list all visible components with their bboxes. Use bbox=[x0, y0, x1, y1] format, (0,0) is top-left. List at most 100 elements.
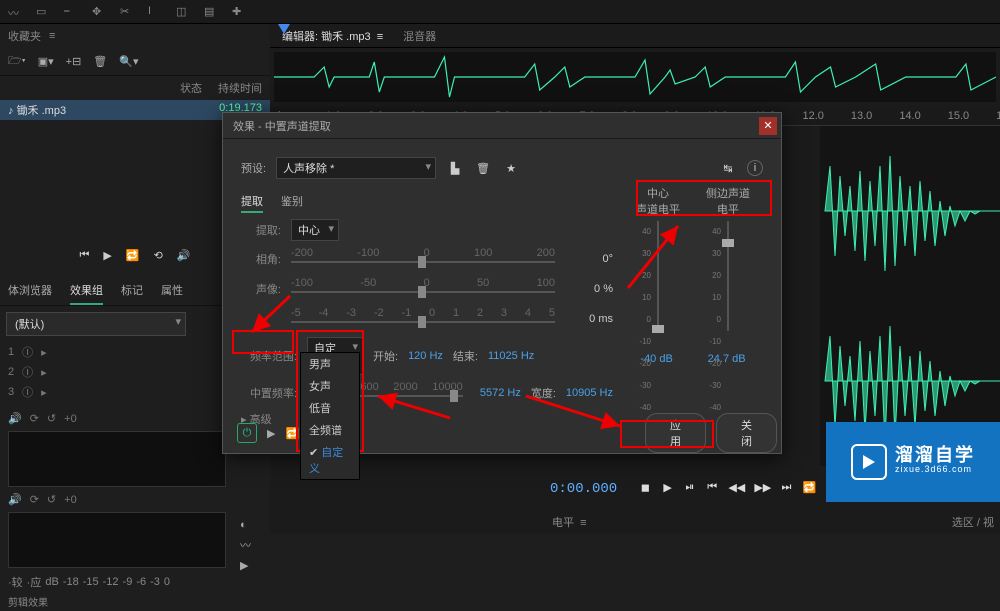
open-icon[interactable]: 🗁▾ bbox=[8, 52, 26, 71]
fx-icon-wet[interactable]: ◐ bbox=[240, 519, 270, 531]
rew-icon[interactable]: ◀◀ bbox=[728, 481, 744, 497]
mini-meter-1 bbox=[8, 431, 226, 487]
selection-label: 选区 / 视 bbox=[952, 514, 994, 530]
tab-editor[interactable]: 编辑器: 锄禾 .mp3 ≡ bbox=[282, 28, 383, 44]
prev-icon[interactable]: ⏮ bbox=[706, 481, 718, 497]
play-main-icon[interactable]: ▶ bbox=[661, 481, 673, 497]
tab-extract[interactable]: 提取 bbox=[241, 193, 263, 213]
file-name: 锄禾 .mp3 bbox=[17, 105, 67, 117]
tab-browser[interactable]: 体浏览器 bbox=[8, 282, 52, 305]
preset-select[interactable]: (默认) bbox=[6, 312, 186, 336]
width-value[interactable]: 10905 Hz bbox=[566, 387, 613, 399]
annotation-box-apply bbox=[620, 420, 714, 448]
import-icon[interactable]: +⊟ bbox=[66, 55, 82, 68]
play-icon[interactable]: ▶ bbox=[103, 249, 111, 262]
favorite-icon[interactable]: ★ bbox=[502, 162, 520, 175]
stop-icon[interactable]: ◼ bbox=[639, 481, 651, 497]
option-bass[interactable]: 低音 bbox=[301, 397, 359, 419]
col-status: 状态 bbox=[162, 80, 202, 96]
pan-value: 0 % bbox=[565, 283, 613, 295]
fx-toggle-3[interactable]: Ⓘ bbox=[22, 384, 33, 400]
start-value[interactable]: 120 Hz bbox=[408, 350, 443, 362]
mini-meter-2 bbox=[8, 512, 226, 568]
width-label: 宽度: bbox=[531, 385, 556, 401]
fx-toggle-2[interactable]: Ⓘ bbox=[22, 364, 33, 380]
tab-fx[interactable]: 效果组 bbox=[70, 282, 103, 305]
waveform-icon[interactable]: 〰 bbox=[8, 5, 22, 19]
start-label: 开始: bbox=[373, 348, 398, 364]
val-0-2: +0 bbox=[64, 494, 77, 506]
angle-value: 0° bbox=[565, 253, 613, 265]
time-display: 0:00.000 bbox=[550, 481, 619, 497]
main-waveform[interactable] bbox=[820, 126, 1000, 466]
panel-menu-icon[interactable]: ≡ bbox=[49, 30, 55, 42]
val-0-1: +0 bbox=[64, 413, 77, 425]
extract-select[interactable]: 中心 bbox=[291, 219, 339, 241]
route-icon[interactable]: ↹ bbox=[719, 162, 737, 175]
meter-scale: ·较·应dB-18-15-12-9-6-30 bbox=[0, 572, 270, 592]
option-male[interactable]: 男声 bbox=[301, 353, 359, 375]
move-icon[interactable]: ✥ bbox=[92, 5, 106, 19]
dialog-titlebar[interactable]: 效果 - 中置声道提取 ✕ bbox=[223, 113, 781, 139]
ffw-icon[interactable]: ▶▶ bbox=[754, 481, 770, 497]
preset-select-dialog[interactable]: 人声移除 * bbox=[276, 157, 436, 179]
preview-play-icon[interactable]: ▶ bbox=[267, 427, 275, 440]
angle-label: 相角: bbox=[241, 251, 281, 267]
record-icon[interactable]: ▣▾ bbox=[38, 55, 54, 68]
trash-icon[interactable]: 🗑 bbox=[93, 55, 107, 68]
timeline-icon[interactable]: ⎯ bbox=[64, 5, 78, 19]
end-label: 结束: bbox=[453, 348, 478, 364]
close-button[interactable]: 关闭 bbox=[716, 413, 777, 453]
tab-marker[interactable]: 标记 bbox=[121, 282, 143, 305]
tab-mixer[interactable]: 混音器 bbox=[403, 28, 436, 44]
range-dropdown[interactable]: 男声 女声 低音 全频谱 自定义 bbox=[300, 352, 360, 480]
annotation-box-range-label bbox=[232, 330, 294, 354]
next-icon[interactable]: ⏭ bbox=[780, 481, 792, 497]
cut-icon[interactable]: ✂ bbox=[120, 5, 134, 19]
watermark-logo-icon bbox=[851, 444, 887, 480]
healing-icon[interactable]: ✚ bbox=[232, 5, 246, 19]
save-preset-icon[interactable]: ▙ bbox=[446, 162, 464, 175]
skip-back-icon[interactable]: ⏮ bbox=[80, 249, 90, 262]
close-icon[interactable]: ✕ bbox=[759, 117, 777, 135]
delay-slider[interactable]: -5-4-3-2-1012345 bbox=[291, 307, 555, 331]
watermark: 溜溜自学 zixue.3d66.com bbox=[826, 422, 1000, 502]
center-label: 中置频率: bbox=[241, 385, 297, 401]
dialog-title: 效果 - 中置声道提取 bbox=[233, 118, 331, 134]
angle-slider[interactable]: -200-1000100200 bbox=[291, 247, 555, 271]
delete-preset-icon[interactable]: 🗑 bbox=[474, 162, 492, 175]
pan-slider[interactable]: -100-50050100 bbox=[291, 277, 555, 301]
pause-icon[interactable]: ⏯ bbox=[684, 481, 696, 497]
main-tabs: 编辑器: 锄禾 .mp3 ≡ 混音器 bbox=[270, 24, 1000, 48]
file-columns: 状态 持续时间 bbox=[0, 76, 270, 100]
brush-icon[interactable]: ▤ bbox=[204, 5, 218, 19]
option-custom[interactable]: 自定义 bbox=[301, 441, 359, 479]
cursor-icon[interactable]: I bbox=[148, 5, 162, 19]
side-level-slider[interactable]: 403020100-10-20-30-40 bbox=[703, 221, 753, 351]
auto-play-icon[interactable]: ⟲ bbox=[154, 249, 163, 262]
fx-toggle-1[interactable]: Ⓘ bbox=[22, 344, 33, 360]
favorites-header: 收藏夹 ≡ bbox=[0, 24, 270, 48]
end-value[interactable]: 11025 Hz bbox=[488, 350, 534, 362]
search-icon[interactable]: 🔍▾ bbox=[119, 55, 138, 68]
play-icon-small[interactable]: ▶ bbox=[240, 559, 270, 572]
info-icon[interactable]: i bbox=[747, 160, 763, 176]
overview-waveform[interactable] bbox=[274, 52, 996, 102]
option-full[interactable]: 全频谱 bbox=[301, 419, 359, 441]
center-value[interactable]: 5572 Hz bbox=[473, 387, 521, 399]
power-icon[interactable]: ⏻ bbox=[237, 423, 257, 443]
center-level-slider[interactable]: 403020100-10-20-30-40 bbox=[633, 221, 683, 351]
tab-attr[interactable]: 属性 bbox=[161, 282, 183, 305]
option-female[interactable]: 女声 bbox=[301, 375, 359, 397]
col-duration: 持续时间 bbox=[202, 80, 262, 96]
level-label: 电平 ≡ bbox=[552, 514, 587, 530]
loop-main-icon[interactable]: 🔁 bbox=[803, 481, 817, 497]
playhead-icon[interactable] bbox=[278, 24, 290, 34]
multitrack-icon[interactable]: ▭ bbox=[36, 5, 50, 19]
tab-identify[interactable]: 鉴别 bbox=[281, 193, 303, 213]
loop-icon[interactable]: 🔁 bbox=[126, 249, 140, 262]
eraser-icon[interactable]: ◫ bbox=[176, 5, 190, 19]
watermark-url: zixue.3d66.com bbox=[895, 462, 975, 476]
volume-icon[interactable]: 🔊 bbox=[177, 249, 191, 262]
fx-icon-mix[interactable]: 〰 bbox=[240, 537, 270, 553]
